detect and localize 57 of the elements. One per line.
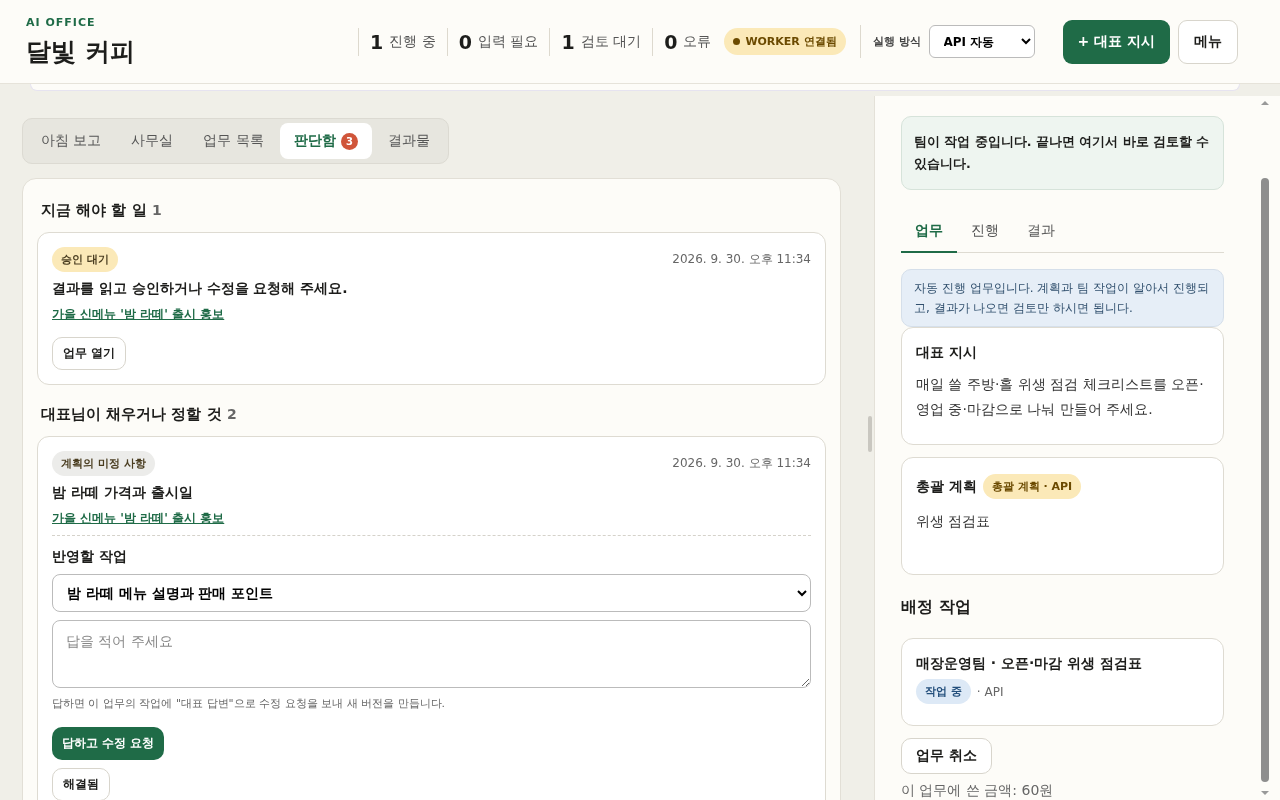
section-heading: 배정 작업: [901, 597, 972, 618]
menu-button[interactable]: 메뉴: [1178, 19, 1238, 64]
new-directive-button[interactable]: + 대표 지시: [1062, 19, 1170, 64]
stat-label: 오류: [683, 32, 712, 51]
scroll-down-icon[interactable]: [1260, 790, 1270, 796]
stat-label: 검토 대기: [580, 32, 642, 51]
app-title: 달빛 커피: [26, 35, 136, 68]
resolved-button[interactable]: 해결됨: [52, 768, 110, 800]
project-link[interactable]: 가을 신메뉴 '밤 라떼' 출시 홍보: [52, 510, 225, 527]
main-tab[interactable]: 결과물: [373, 123, 444, 159]
stat-label: 진행 중: [389, 32, 436, 51]
main-tab[interactable]: 판단함 3: [279, 123, 372, 159]
main-tab[interactable]: 아침 보고: [27, 123, 116, 159]
info-text: 자동 진행 업무입니다. 계획과 팀 작업이 알아서 진행되고, 결과가 나오면 검토만 하시면 됩니다.: [901, 269, 1224, 327]
main-tab[interactable]: 사무실: [117, 123, 188, 159]
stat-count: 1: [370, 30, 384, 53]
field-label: 반영할 작업: [52, 548, 128, 566]
card-title: 매장운영팀 · 오픈·마감 위생 점검표: [916, 655, 1144, 673]
timestamp: 2026. 9. 30. 오후 11:34: [672, 251, 811, 268]
stat-count: 1: [561, 30, 575, 53]
status-tag: 계획의 미정 사항: [52, 451, 155, 476]
worker-status-badge: WORKER 연결됨: [724, 28, 846, 55]
stat-label: 입력 필요: [478, 32, 539, 51]
status-tag: 작업 중: [916, 679, 971, 704]
hint-text: 답하면 이 업무의 작업에 "대표 답변"으로 수정 요청을 보내 새 버전을 만듭니다.: [52, 696, 447, 711]
cost-text: 이 업무에 쓴 금액: 60원: [901, 782, 1055, 800]
project-link[interactable]: 가을 신메뉴 '밤 라떼' 출시 홍보: [52, 306, 225, 323]
status-tag: 승인 대기: [52, 247, 118, 272]
answer-button[interactable]: 답하고 수정 요청: [52, 727, 165, 760]
card-title: 총괄 계획: [916, 477, 977, 496]
resize-handle[interactable]: [868, 416, 872, 452]
notice-text: 팀이 작업 중입니다. 끝나면 여기서 바로 검토할 수 있습니다.: [901, 116, 1224, 190]
stat-count: 0: [458, 30, 472, 53]
target-task-select[interactable]: 밤 라떼 메뉴 설명과 판매 포인트: [52, 574, 811, 612]
mode-select[interactable]: API 자동: [928, 25, 1035, 58]
section-heading: 대표님이 채우거나 정할 것 2: [41, 405, 238, 424]
detail-tab[interactable]: 업무: [901, 214, 957, 253]
detail-tab[interactable]: 진행: [957, 214, 1013, 253]
card-title: 대표 지시: [916, 344, 978, 362]
card-text: 매일 쓸 주방·홀 위생 점검 체크리스트를 오픈·영업 중·마감으로 나눠 만들어 주세요.: [916, 375, 1205, 419]
section-heading: 지금 해야 할 일 1: [41, 201, 163, 220]
scroll-up-icon[interactable]: [1260, 100, 1270, 106]
plan-tag: 총괄 계획 · API: [982, 474, 1082, 499]
item-title: 결과를 읽고 승인하거나 수정을 요청해 주세요.: [52, 280, 349, 298]
engine-label: · API: [976, 684, 1004, 699]
detail-tab[interactable]: 결과: [1013, 214, 1069, 253]
stat-count: 0: [664, 30, 678, 53]
cancel-task-button[interactable]: 업무 취소: [901, 738, 992, 774]
app-eyebrow: AI OFFICE: [26, 15, 97, 29]
open-task-button[interactable]: 업무 열기: [52, 337, 127, 370]
timestamp: 2026. 9. 30. 오후 11:34: [672, 455, 811, 472]
answer-field[interactable]: 답을 적어 주세요: [52, 620, 811, 688]
card-text: 위생 점검표: [916, 512, 992, 531]
scrollbar-thumb[interactable]: [1261, 178, 1269, 782]
mode-label: 실행 방식: [872, 34, 921, 49]
item-title: 밤 라떼 가격과 출시일: [52, 484, 194, 502]
main-tab[interactable]: 업무 목록: [189, 123, 278, 159]
